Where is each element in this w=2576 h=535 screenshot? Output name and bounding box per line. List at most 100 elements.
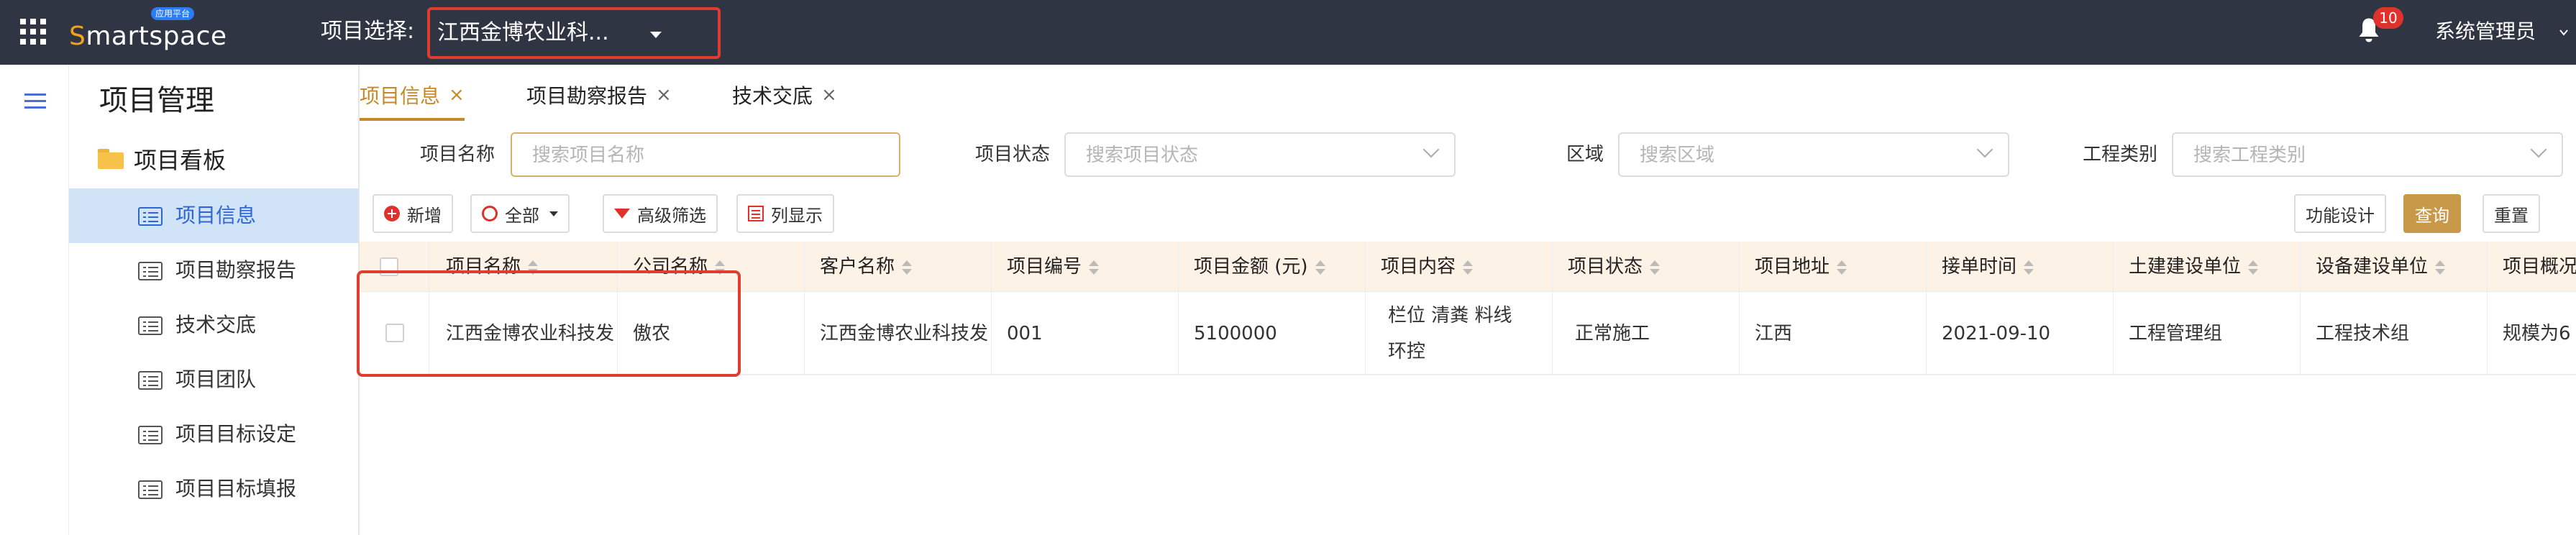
close-icon[interactable]: × — [821, 84, 837, 106]
cell-content: 栏位 清粪 料线 环控 — [1388, 305, 1512, 362]
list-icon — [748, 206, 764, 221]
cell-equipment-unit: 工程技术组 — [2316, 323, 2410, 344]
globe-icon — [482, 206, 498, 221]
sidebar-item-label: 项目团队 — [175, 367, 257, 391]
tab-tech-briefing[interactable]: 技术交底 × — [732, 79, 837, 111]
sort-icon — [1837, 260, 1847, 275]
column-divider — [1178, 242, 1179, 375]
column-divider — [1552, 242, 1553, 375]
sort-icon — [1315, 260, 1325, 275]
caret-down-icon — [549, 211, 558, 216]
tab-project-info[interactable]: 项目信息 × — [360, 79, 465, 121]
filter-label-project-name: 项目名称 — [420, 144, 495, 165]
filter-label-region: 区域 — [1566, 144, 1604, 165]
column-divider — [2300, 242, 2301, 375]
column-header-content[interactable]: 项目内容 — [1381, 242, 1474, 292]
column-header-client[interactable]: 客户名称 — [820, 242, 913, 292]
column-header-code[interactable]: 项目编号 — [1007, 242, 1100, 292]
list-doc-icon — [138, 207, 163, 226]
column-header-overview[interactable]: 项目概况 — [2503, 242, 2576, 292]
sidebar-item-goal-reporting[interactable]: 项目目标填报 — [69, 462, 358, 516]
column-display-button[interactable]: 列显示 — [736, 194, 834, 233]
sort-icon — [1463, 260, 1474, 275]
app-grid-icon[interactable] — [20, 19, 46, 45]
sidebar-item-project-info[interactable]: 项目信息 — [69, 188, 358, 243]
sidebar-item-label: 技术交底 — [175, 313, 257, 337]
column-header-order-date[interactable]: 接单时间 — [1942, 242, 2034, 292]
sort-icon — [1089, 260, 1100, 275]
sidebar-item-survey-report[interactable]: 项目勘察报告 — [69, 243, 358, 298]
column-header-status[interactable]: 项目状态 — [1568, 242, 1661, 292]
column-header-amount[interactable]: 项目金额 (元) — [1194, 242, 1325, 292]
chevron-down-icon — [2530, 141, 2547, 158]
column-header-equipment-unit[interactable]: 设备建设单位 — [2316, 242, 2446, 292]
list-doc-icon — [138, 371, 163, 390]
column-divider — [991, 242, 992, 375]
chevron-down-icon — [1422, 141, 1440, 158]
sidebar-item-label: 项目目标设定 — [175, 422, 297, 446]
add-icon — [384, 206, 400, 221]
menu-group-project-board[interactable]: 项目看板 — [98, 141, 226, 177]
cell-civil-unit: 工程管理组 — [2129, 323, 2223, 344]
list-doc-icon — [138, 262, 163, 280]
cell-overview: 规模为6 — [2503, 323, 2571, 344]
close-icon[interactable]: × — [449, 84, 465, 106]
cell-status: 正常施工 — [1575, 323, 1650, 344]
cell-order-date: 2021-09-10 — [1942, 323, 2051, 344]
caret-down-icon — [650, 32, 662, 38]
highlight-box — [357, 270, 741, 377]
sidebar-item-label: 项目勘察报告 — [175, 258, 297, 282]
chevron-down-icon — [1976, 141, 1993, 158]
region-select[interactable]: 搜索区域 — [1618, 132, 2009, 177]
column-header-address[interactable]: 项目地址 — [1755, 242, 1847, 292]
project-name-search-input[interactable]: 搜索项目名称 — [511, 132, 900, 177]
cell-client: 江西金博农业科技发 — [820, 323, 989, 344]
filter-label-project-status: 项目状态 — [975, 144, 1051, 165]
sort-icon — [2435, 260, 2446, 275]
project-select-value: 江西金博农业科... — [437, 20, 609, 45]
advanced-filter-button[interactable]: 高级筛选 — [603, 194, 718, 233]
cell-address: 江西 — [1755, 323, 1793, 344]
logo-text: Smartspace — [69, 22, 227, 51]
add-button[interactable]: 新增 — [373, 194, 453, 233]
sidebar-item-label: 项目信息 — [175, 204, 257, 227]
sidebar-item-tech-briefing[interactable]: 技术交底 — [69, 298, 358, 352]
sort-icon — [902, 260, 913, 275]
sidebar-item-label: 项目目标填报 — [175, 477, 297, 500]
logo-badge: 应用平台 — [151, 7, 195, 20]
project-type-select[interactable]: 搜索工程类别 — [2172, 132, 2563, 177]
column-divider — [1739, 242, 1740, 375]
sidebar-item-project-team[interactable]: 项目团队 — [69, 352, 358, 407]
tab-bar: 项目信息 × 项目勘察报告 × 技术交底 × — [360, 65, 2576, 122]
reset-button[interactable]: 重置 — [2483, 194, 2540, 233]
query-button[interactable]: 查询 — [2403, 194, 2461, 233]
folder-icon — [98, 149, 124, 169]
sort-icon — [1650, 260, 1661, 275]
column-header-civil-unit[interactable]: 土建建设单位 — [2129, 242, 2259, 292]
filter-label-project-type: 工程类别 — [2083, 144, 2158, 165]
cell-code: 001 — [1007, 323, 1043, 344]
function-design-button[interactable]: 功能设计 — [2294, 194, 2386, 233]
column-divider — [1365, 242, 1366, 375]
project-select-label: 项目选择: — [321, 19, 415, 44]
sort-icon — [2248, 260, 2259, 275]
all-dropdown-button[interactable]: 全部 — [470, 194, 570, 233]
column-divider — [2487, 242, 2488, 375]
user-menu[interactable]: 系统管理员 — [2435, 16, 2536, 47]
sidebar-item-goal-setting[interactable]: 项目目标设定 — [69, 407, 358, 462]
side-menu-title: 项目管理 — [99, 84, 214, 117]
side-menu: 项目管理 项目看板 项目信息 项目勘察报告 技术交底 项目团队 项目目标设定 项… — [69, 65, 360, 535]
project-status-select[interactable]: 搜索项目状态 — [1064, 132, 1456, 177]
logo[interactable]: 应用平台 Smartspace — [69, 7, 227, 58]
menu-toggle-icon[interactable] — [24, 93, 46, 109]
chevron-down-icon[interactable] — [2559, 27, 2569, 37]
left-rail — [0, 65, 69, 535]
list-doc-icon — [138, 480, 163, 499]
top-bar: 应用平台 Smartspace 项目选择: 江西金博农业科... 10 系统管理… — [0, 0, 2576, 65]
column-divider — [804, 242, 805, 375]
close-icon[interactable]: × — [656, 84, 672, 106]
notification-badge: 10 — [2373, 7, 2403, 29]
project-select[interactable]: 江西金博农业科... — [427, 7, 721, 59]
list-doc-icon — [138, 316, 163, 335]
tab-survey-report[interactable]: 项目勘察报告 × — [526, 79, 672, 111]
